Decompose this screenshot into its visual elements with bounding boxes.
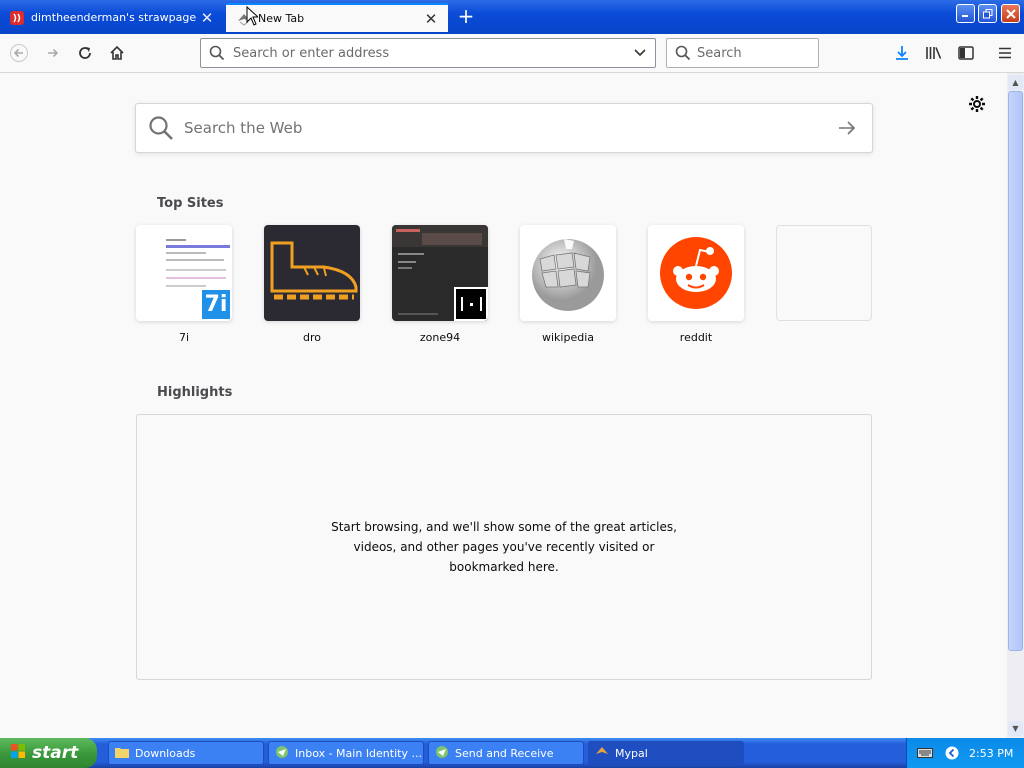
top-site-thumbnail xyxy=(520,225,616,321)
start-button[interactable]: start xyxy=(0,738,97,768)
reload-button[interactable] xyxy=(74,42,96,64)
system-tray: 2:53 PM xyxy=(906,738,1024,768)
zone94-logo-icon xyxy=(454,287,488,321)
home-button[interactable] xyxy=(106,42,128,64)
taskbar-item-label: Inbox - Main Identity ... xyxy=(295,746,422,760)
tab-strawpage[interactable]: dimtheenderman's strawpage ✕ xyxy=(2,3,224,32)
windows-logo-icon xyxy=(10,743,26,763)
search-bar[interactable]: Search xyxy=(666,38,819,68)
forward-button[interactable] xyxy=(42,42,64,64)
taskbar-item-label: Send and Receive xyxy=(455,746,554,760)
tab-title: dimtheenderman's strawpage xyxy=(31,11,197,24)
menu-button[interactable] xyxy=(994,42,1016,64)
library-icon xyxy=(926,47,942,59)
maximize-button[interactable] xyxy=(978,4,997,23)
windows-taskbar: start Downloads Inbox - Main Identity ..… xyxy=(0,738,1024,768)
keyboard-icon[interactable] xyxy=(917,748,933,758)
home-icon xyxy=(110,45,124,60)
taskbar-item-send-receive[interactable]: Send and Receive xyxy=(428,741,584,765)
url-bar[interactable]: Search or enter address xyxy=(200,38,656,68)
reload-icon xyxy=(79,47,91,59)
taskbar-item-label: Mypal xyxy=(615,746,648,760)
downloads-button[interactable] xyxy=(891,42,913,64)
chevron-down-icon[interactable] xyxy=(633,48,647,58)
close-tab-icon[interactable]: ✕ xyxy=(422,10,440,28)
search-icon xyxy=(209,45,225,61)
sidebar-button[interactable] xyxy=(955,42,977,64)
seven-i-logo-icon: 7i xyxy=(200,288,232,321)
search-submit-arrow-icon[interactable] xyxy=(838,120,856,136)
top-sites-heading: Top Sites xyxy=(157,196,224,211)
scrollbar-thumb[interactable] xyxy=(1008,91,1023,651)
scroll-down-arrow-icon[interactable]: ▼ xyxy=(1008,721,1023,736)
top-site-label: dro xyxy=(303,331,321,344)
top-site-thumbnail xyxy=(264,225,360,321)
vertical-scrollbar[interactable]: ▲ ▼ xyxy=(1007,73,1024,738)
top-site-empty-slot xyxy=(776,225,872,331)
minimize-button[interactable] xyxy=(956,4,975,23)
boot-logo-icon xyxy=(270,241,358,300)
settings-gear-icon[interactable] xyxy=(966,95,988,117)
nav-toolbar: Search or enter address Search xyxy=(0,34,1024,73)
highlights-empty-state: Start browsing, and we'll show some of t… xyxy=(136,414,872,680)
show-hidden-icons-icon[interactable] xyxy=(945,746,959,760)
web-search-box[interactable]: Search the Web xyxy=(135,103,873,153)
top-site-tile[interactable]: 7i 7i xyxy=(136,225,232,344)
top-site-label: 7i xyxy=(178,331,190,344)
search-icon xyxy=(675,45,691,61)
reddit-logo-icon xyxy=(660,237,732,309)
top-site-tile[interactable]: wikipedia xyxy=(520,225,616,344)
top-site-tile[interactable]: zone94 xyxy=(392,225,488,344)
outlook-express-icon xyxy=(435,745,449,762)
back-button[interactable] xyxy=(8,42,30,64)
download-arrow-icon xyxy=(896,46,908,60)
top-site-thumbnail xyxy=(648,225,744,321)
wikipedia-globe-icon xyxy=(532,239,604,311)
new-tab-button[interactable]: + xyxy=(455,5,477,27)
folder-icon xyxy=(115,746,129,761)
top-site-thumbnail: 7i xyxy=(136,225,232,321)
taskbar-item-downloads[interactable]: Downloads xyxy=(108,741,264,765)
clock[interactable]: 2:53 PM xyxy=(969,747,1013,760)
top-site-label: zone94 xyxy=(419,331,461,344)
tab-strip: dimtheenderman's strawpage ✕ New Tab ✕ + xyxy=(0,0,1024,34)
taskbar-item-mypal[interactable]: Mypal xyxy=(588,741,744,765)
search-bar-placeholder: Search xyxy=(697,45,742,61)
hamburger-menu-icon xyxy=(999,47,1011,59)
sidebar-icon xyxy=(958,46,974,60)
start-label: start xyxy=(32,743,79,763)
empty-tile xyxy=(776,225,872,321)
close-window-button[interactable] xyxy=(1001,4,1020,23)
highlights-message: Start browsing, and we'll show some of t… xyxy=(331,520,677,574)
top-site-tile[interactable]: dro xyxy=(264,225,360,344)
strawpage-favicon-icon xyxy=(9,10,25,26)
mypal-bird-icon xyxy=(595,745,609,762)
highlights-heading: Highlights xyxy=(157,385,233,400)
web-search-placeholder: Search the Web xyxy=(184,119,303,137)
tab-title: New Tab xyxy=(258,12,305,25)
back-arrow-icon xyxy=(10,44,28,62)
top-site-label: wikipedia xyxy=(541,331,594,344)
outlook-express-icon xyxy=(275,745,289,762)
top-site-thumbnail xyxy=(392,225,488,321)
scroll-up-arrow-icon[interactable]: ▲ xyxy=(1008,75,1023,90)
taskbar-item-label: Downloads xyxy=(135,746,196,760)
new-tab-page: Search the Web Top Sites 7i 7i dro zone9… xyxy=(0,73,1007,738)
taskbar-item-inbox[interactable]: Inbox - Main Identity ... xyxy=(268,741,424,765)
url-bar-placeholder: Search or enter address xyxy=(233,45,390,61)
search-icon xyxy=(148,115,174,141)
top-site-label: reddit xyxy=(679,331,713,344)
tab-new-tab[interactable]: New Tab ✕ xyxy=(226,3,448,32)
mouse-cursor-icon xyxy=(246,5,260,29)
library-button[interactable] xyxy=(923,42,945,64)
forward-arrow-icon xyxy=(48,48,59,58)
top-site-tile[interactable]: reddit xyxy=(648,225,744,344)
close-tab-icon[interactable]: ✕ xyxy=(198,9,216,27)
